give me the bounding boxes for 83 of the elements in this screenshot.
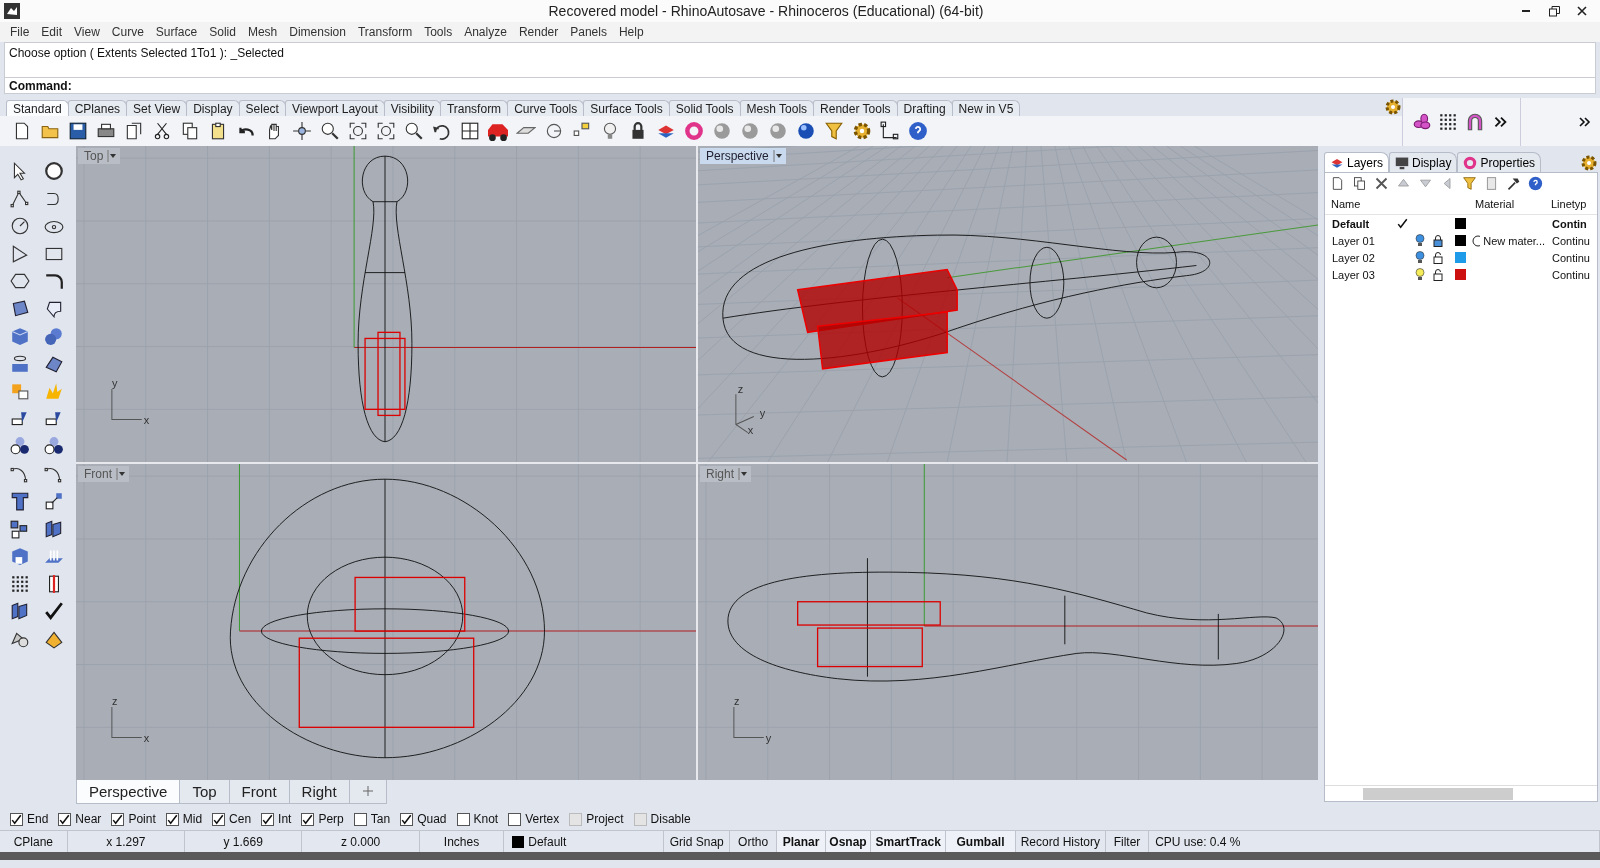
material-name: New mater... xyxy=(1483,234,1545,247)
viewport-label[interactable]: Front xyxy=(78,466,129,482)
osnap-label: Mid xyxy=(182,812,203,826)
toolbar-tab[interactable]: New in V5 xyxy=(951,100,1021,116)
menu-item[interactable]: File xyxy=(4,25,36,39)
axis-label: z xyxy=(111,694,118,708)
status-toggle[interactable]: SmartTrack xyxy=(871,831,947,852)
status-toggle[interactable]: Gumball xyxy=(946,831,1016,852)
toolbar-tab[interactable]: Curve Tools xyxy=(507,100,585,116)
menu-item[interactable]: Panels xyxy=(564,25,613,39)
viewport[interactable]: Top y x xyxy=(76,146,696,462)
viewport[interactable]: Right z y xyxy=(698,464,1318,780)
toolbar-tab[interactable]: Visibility xyxy=(383,100,441,116)
menu-item[interactable]: Analyze xyxy=(458,25,513,39)
toolbar-tab[interactable]: Drafting xyxy=(896,100,953,116)
osnap-label: End xyxy=(27,812,49,826)
viewport-tab[interactable]: Perspective xyxy=(76,780,181,804)
axis-label: y xyxy=(111,376,118,390)
toolbar-tab[interactable]: Set View xyxy=(126,100,188,116)
axis-label: x xyxy=(143,731,150,744)
osnap-label: Quad xyxy=(417,812,447,826)
menu-item[interactable]: Curve xyxy=(105,25,150,39)
axis-label: z xyxy=(733,694,740,708)
viewport-label[interactable]: Perspective xyxy=(700,148,786,164)
osnap-label: Near xyxy=(75,812,102,826)
toolbar-tab[interactable]: Standard xyxy=(6,100,69,116)
viewport-label[interactable]: Right xyxy=(700,466,751,482)
layer-name[interactable]: Layer 03 xyxy=(1325,268,1397,281)
osnap-label: Cen xyxy=(229,812,252,826)
viewport[interactable]: Perspective z y x xyxy=(698,146,1318,462)
layer-name[interactable]: Default xyxy=(1325,217,1397,230)
linetype-name: Continu xyxy=(1551,251,1591,264)
viewport-label[interactable]: Top xyxy=(78,148,121,164)
toolbar-tab[interactable]: Select xyxy=(238,100,286,116)
osnap-label: Tan xyxy=(370,812,391,826)
menu-item[interactable]: Dimension xyxy=(283,25,352,39)
menu-item[interactable]: Surface xyxy=(149,25,204,39)
command-history-text: Choose option ( Extents Selected 1To1 ): _Selected xyxy=(9,46,284,60)
linetype-name: Continu xyxy=(1551,234,1591,247)
layer-name[interactable]: Layer 02 xyxy=(1325,251,1397,264)
status-toggle[interactable]: Planar xyxy=(777,831,826,852)
window-title: Recovered model - RhinoAutosave - Rhinoceros (Educational) (64-bit) xyxy=(547,3,985,19)
osnap-label: Vertex xyxy=(525,812,560,826)
osnap-label: Int xyxy=(278,812,292,826)
panel-tab[interactable]: Layers xyxy=(1324,152,1390,172)
toolbar-tab[interactable]: Viewport Layout xyxy=(284,100,385,116)
toolbar-tab[interactable]: Render Tools xyxy=(813,100,898,116)
osnap-label: Perp xyxy=(318,812,344,826)
command-prompt: Command: xyxy=(9,78,72,93)
linetype-name: Continu xyxy=(1551,268,1591,281)
column-header[interactable]: Material xyxy=(1469,197,1545,210)
toolbar-tab[interactable]: Transform xyxy=(439,100,509,116)
panel-tab[interactable]: Properties xyxy=(1457,152,1542,172)
menu-item[interactable]: Mesh xyxy=(241,25,284,39)
osnap-label: Project xyxy=(586,812,624,826)
menu-item[interactable]: Tools xyxy=(418,25,459,39)
column-header[interactable]: Name xyxy=(1325,197,1397,210)
axis-label: z xyxy=(737,383,744,396)
status-layer[interactable]: Default xyxy=(528,834,567,849)
osnap-label: Knot xyxy=(473,812,499,826)
menu-item[interactable]: Edit xyxy=(35,25,69,39)
menu-item[interactable]: Render xyxy=(512,25,565,39)
menu-item[interactable]: View xyxy=(68,25,106,39)
linetype-name: Contin xyxy=(1551,217,1588,230)
axis-label: y xyxy=(759,407,766,420)
toolbar-tab[interactable]: Surface Tools xyxy=(583,100,670,116)
status-toggle[interactable]: Osnap xyxy=(825,831,872,852)
toolbar-tab[interactable]: CPlanes xyxy=(67,100,128,116)
panel-tab[interactable]: Display xyxy=(1389,152,1458,172)
osnap-label: Point xyxy=(128,812,156,826)
osnap-label: Disable xyxy=(650,812,691,826)
axis-label: y xyxy=(765,731,772,744)
toolbar-tab[interactable]: Mesh Tools xyxy=(739,100,815,116)
menu-item[interactable]: Solid xyxy=(203,25,242,39)
toolbar-tab[interactable]: Solid Tools xyxy=(668,100,741,116)
axis-label: x xyxy=(143,413,150,426)
viewport[interactable]: Front z x xyxy=(76,464,696,780)
column-header[interactable]: Linetyp xyxy=(1545,197,1597,210)
toolbar-tab[interactable]: Display xyxy=(186,100,240,116)
layer-name[interactable]: Layer 01 xyxy=(1325,234,1397,247)
axis-label: x xyxy=(747,423,754,436)
menu-item[interactable]: Transform xyxy=(351,25,419,39)
menu-item[interactable]: Help xyxy=(612,25,650,39)
